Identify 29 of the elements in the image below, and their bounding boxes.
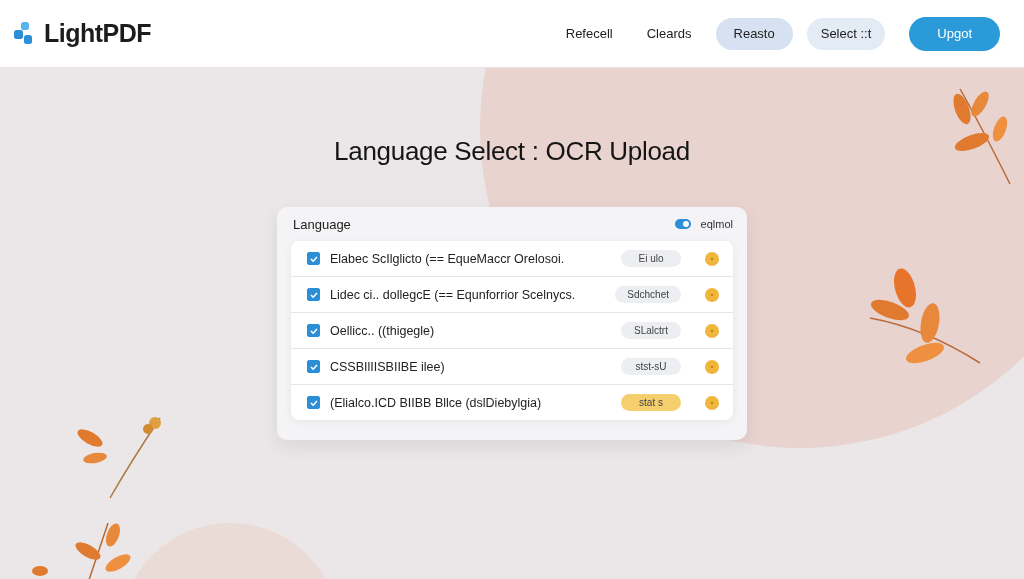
status-dot-icon [705, 323, 719, 338]
status-dot-icon [705, 287, 719, 302]
nav-button[interactable]: Reasto [715, 17, 793, 50]
nav-button[interactable]: Refecell [555, 18, 623, 49]
language-tag: Sdchchet [615, 286, 681, 303]
logo-text[interactable]: LightPDF [44, 19, 152, 48]
checkbox[interactable] [307, 288, 320, 301]
language-label: CSSBIlIISBIIBE ilee) [330, 359, 446, 374]
status-dot-icon [705, 395, 719, 410]
panel-heading: Language [293, 216, 351, 232]
language-tag: stst-sU [621, 358, 681, 375]
language-tag: Ei ulo [621, 250, 681, 267]
nav-button[interactable]: Select ::t [806, 17, 886, 50]
status-dot-icon [705, 359, 719, 374]
language-label: Oellicc.. ((thigegle) [330, 323, 436, 338]
page-title: Language Select : OCR Upload [334, 136, 690, 167]
toggle-switch[interactable] [674, 219, 691, 229]
nav-button[interactable]: Cleards [636, 18, 702, 49]
language-tag: SLalctrt [621, 322, 681, 339]
language-label: Elabec ScIlglicto (== EqueMaccr Orelosoi. [330, 251, 566, 266]
checkbox[interactable] [307, 360, 320, 373]
toggle-label: eqlmol [700, 218, 733, 230]
checkbox[interactable] [307, 396, 320, 409]
checkbox[interactable] [307, 252, 320, 265]
language-label: (Elialco.ICD BIIBB Bllce (dslDiebylgia) [330, 395, 543, 410]
language-tag: stat s [621, 394, 681, 411]
checkbox[interactable] [307, 324, 320, 337]
language-label: Lidec ci.. dollegcE (== Equnforrior Scelnycs. [330, 287, 577, 302]
status-dot-icon [705, 251, 719, 266]
